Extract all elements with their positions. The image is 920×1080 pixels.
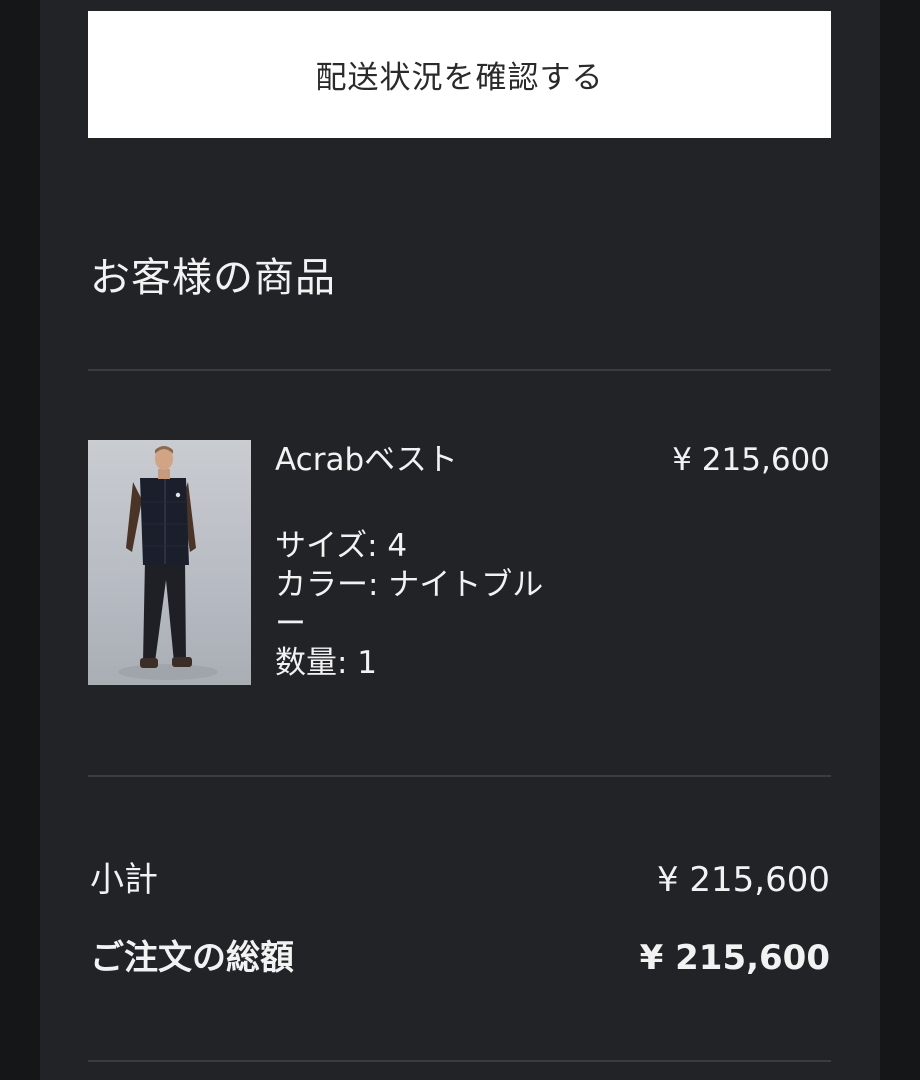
order-panel: 配送状況を確認する お客様の商品 Acrabベスト ¥ 215,600 サイズ:… xyxy=(40,0,880,1080)
product-name[interactable]: Acrabベスト xyxy=(275,438,458,482)
page-background: 配送状況を確認する お客様の商品 Acrabベスト ¥ 215,600 サイズ:… xyxy=(0,0,920,1080)
product-size: サイズ: 4 xyxy=(275,528,408,564)
divider xyxy=(88,775,831,777)
product-details: サイズ: 4 カラー: ナイトブルー 数量: 1 xyxy=(275,527,565,683)
total-label: ご注文の総額 xyxy=(90,938,294,978)
divider xyxy=(88,369,831,371)
subtotal-label: 小計 xyxy=(90,860,158,900)
subtotal-value: ¥ 215,600 xyxy=(656,860,830,900)
product-color: カラー: ナイトブルー xyxy=(275,567,544,642)
product-price: ¥ 215,600 xyxy=(672,442,830,478)
track-shipment-button[interactable]: 配送状況を確認する xyxy=(88,11,831,138)
section-title: お客様の商品 xyxy=(90,255,336,301)
divider xyxy=(88,1060,831,1062)
product-photo-graphic xyxy=(118,446,218,680)
track-shipment-label: 配送状況を確認する xyxy=(315,60,604,95)
product-image[interactable] xyxy=(88,440,251,685)
total-value: ¥ 215,600 xyxy=(639,938,830,978)
product-quantity: 数量: 1 xyxy=(275,645,378,681)
